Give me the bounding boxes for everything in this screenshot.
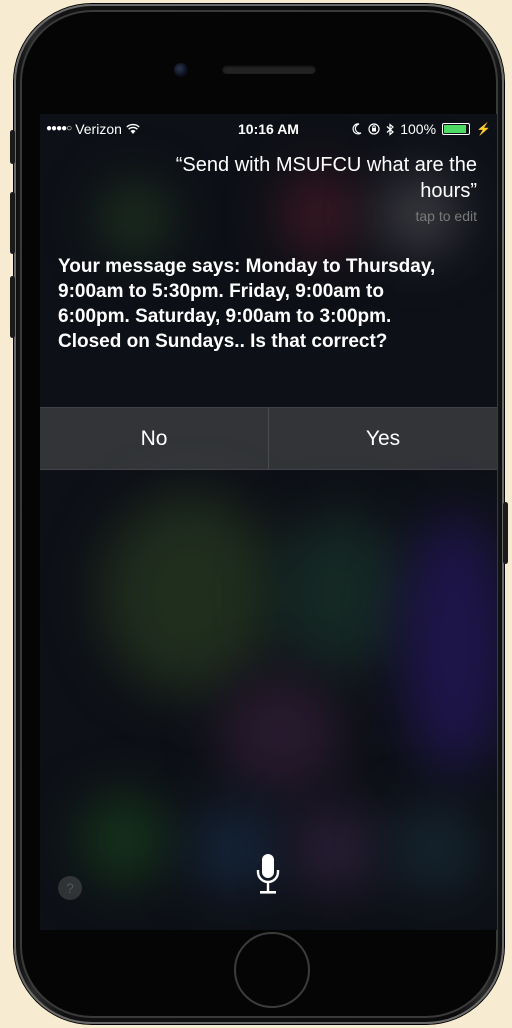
battery-icon: [442, 123, 471, 135]
yes-button[interactable]: Yes: [268, 408, 497, 469]
battery-percent: 100%: [400, 121, 437, 137]
microphone-icon[interactable]: [255, 852, 281, 900]
home-button[interactable]: [234, 932, 310, 1008]
no-button[interactable]: No: [40, 408, 268, 469]
power-button: [503, 502, 508, 564]
status-bar: ●●●●○ Verizon 10:16 AM 100% ⚡: [40, 118, 497, 140]
rotation-lock-icon: [368, 123, 380, 135]
earpiece-speaker: [222, 65, 316, 74]
confirmation-choices: No Yes: [40, 407, 497, 470]
moon-icon: [352, 123, 362, 135]
bluetooth-icon: [386, 122, 395, 136]
volume-down-button: [10, 276, 15, 338]
charging-icon: ⚡: [476, 122, 491, 136]
front-camera: [174, 63, 188, 77]
siri-screen: ●●●●○ Verizon 10:16 AM 100% ⚡ “Send with…: [40, 114, 497, 930]
tap-to-edit-hint[interactable]: tap to edit: [416, 208, 478, 224]
siri-query-text[interactable]: “Send with MSUFCU what are the hours”: [147, 152, 477, 204]
volume-up-button: [10, 192, 15, 254]
mute-switch: [10, 130, 15, 164]
help-button[interactable]: ?: [58, 876, 82, 900]
siri-response-text: Your message says: Monday to Thursday, 9…: [58, 256, 436, 352]
